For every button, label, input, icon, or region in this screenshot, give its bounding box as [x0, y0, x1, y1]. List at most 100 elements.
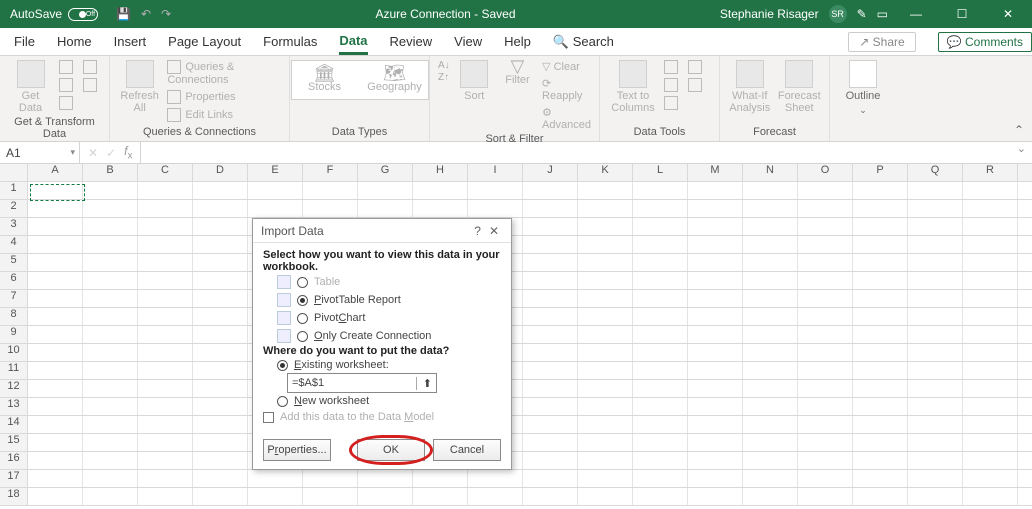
cell[interactable] — [963, 254, 1018, 271]
cell[interactable] — [523, 380, 578, 397]
cell[interactable] — [578, 254, 633, 271]
cell[interactable] — [523, 398, 578, 415]
advanced-button[interactable]: ⚙ Advanced — [542, 106, 591, 131]
cell[interactable] — [743, 362, 798, 379]
radio-pivottable-report[interactable] — [297, 295, 308, 306]
geography-button[interactable]: 🗺Geography — [370, 67, 420, 93]
cell[interactable] — [578, 200, 633, 217]
col-header[interactable]: K — [578, 164, 633, 181]
cell[interactable] — [28, 200, 83, 217]
cell[interactable] — [853, 200, 908, 217]
cell[interactable] — [798, 398, 853, 415]
cell[interactable] — [138, 398, 193, 415]
cell[interactable] — [193, 290, 248, 307]
cell[interactable] — [688, 344, 743, 361]
cell[interactable] — [798, 254, 853, 271]
cell[interactable] — [248, 182, 303, 199]
cell[interactable] — [523, 470, 578, 487]
from-web-icon[interactable] — [59, 78, 73, 92]
cell[interactable] — [523, 452, 578, 469]
cell[interactable] — [853, 344, 908, 361]
cell[interactable] — [798, 308, 853, 325]
worksheet-grid[interactable]: A B C D E F G H I J K L M N O P Q R 1234… — [0, 164, 1032, 506]
cell[interactable] — [853, 308, 908, 325]
row-header[interactable]: 5 — [0, 254, 28, 271]
cell[interactable] — [578, 362, 633, 379]
cell[interactable] — [963, 272, 1018, 289]
tab-view[interactable]: View — [454, 30, 482, 53]
cell[interactable] — [743, 398, 798, 415]
cell[interactable] — [688, 272, 743, 289]
cell[interactable] — [633, 380, 688, 397]
cell[interactable] — [413, 200, 468, 217]
cell[interactable] — [688, 398, 743, 415]
cell[interactable] — [578, 182, 633, 199]
col-header[interactable]: B — [83, 164, 138, 181]
cell[interactable] — [633, 416, 688, 433]
cell[interactable] — [633, 398, 688, 415]
dialog-close-icon[interactable]: ✕ — [485, 224, 503, 238]
cell[interactable] — [578, 308, 633, 325]
cell[interactable] — [798, 218, 853, 235]
cell[interactable] — [83, 272, 138, 289]
cell[interactable] — [633, 182, 688, 199]
cell[interactable] — [743, 344, 798, 361]
cell[interactable] — [908, 398, 963, 415]
cell[interactable] — [908, 488, 963, 505]
from-text-icon[interactable] — [59, 60, 73, 74]
cell[interactable] — [578, 236, 633, 253]
cell[interactable] — [743, 488, 798, 505]
cell[interactable] — [83, 380, 138, 397]
search-button[interactable]: 🔍 Search — [553, 30, 614, 54]
properties-button[interactable]: Properties — [167, 90, 281, 104]
cell[interactable] — [28, 416, 83, 433]
cell[interactable] — [578, 416, 633, 433]
share-button[interactable]: ↗ Share — [848, 32, 915, 52]
tab-help[interactable]: Help — [504, 30, 531, 53]
col-header[interactable]: D — [193, 164, 248, 181]
cell[interactable] — [688, 362, 743, 379]
cell[interactable] — [193, 362, 248, 379]
row-header[interactable]: 15 — [0, 434, 28, 451]
col-header[interactable]: C — [138, 164, 193, 181]
reapply-button[interactable]: ⟳ Reapply — [542, 77, 591, 102]
cell[interactable] — [523, 362, 578, 379]
close-window-button[interactable]: ✕ — [990, 0, 1026, 28]
relationships-icon[interactable] — [688, 78, 702, 92]
cell[interactable] — [28, 326, 83, 343]
label-pivotchart[interactable]: PivotChart — [314, 312, 365, 324]
row-header[interactable]: 14 — [0, 416, 28, 433]
cell[interactable] — [523, 344, 578, 361]
cell[interactable] — [138, 200, 193, 217]
cell[interactable] — [798, 344, 853, 361]
existing-conn-icon[interactable] — [83, 78, 97, 92]
cell[interactable] — [578, 380, 633, 397]
cell[interactable] — [248, 488, 303, 505]
col-header[interactable]: G — [358, 164, 413, 181]
cell[interactable] — [523, 290, 578, 307]
cell[interactable] — [743, 326, 798, 343]
radio-existing-worksheet[interactable] — [277, 360, 288, 371]
cell[interactable] — [83, 452, 138, 469]
cell[interactable] — [853, 272, 908, 289]
name-box[interactable]: A1 — [0, 142, 80, 163]
cell[interactable] — [743, 470, 798, 487]
cell[interactable] — [248, 470, 303, 487]
cell[interactable] — [743, 416, 798, 433]
cell[interactable] — [853, 182, 908, 199]
row-header[interactable]: 1 — [0, 182, 28, 199]
cell[interactable] — [963, 398, 1018, 415]
cell[interactable] — [358, 200, 413, 217]
cell[interactable] — [413, 182, 468, 199]
ribbon-options-icon[interactable]: ▭ — [877, 7, 888, 21]
cell[interactable] — [633, 254, 688, 271]
cell[interactable] — [853, 434, 908, 451]
cell[interactable] — [963, 200, 1018, 217]
cell[interactable] — [248, 200, 303, 217]
cell[interactable] — [138, 236, 193, 253]
cell[interactable] — [798, 488, 853, 505]
cell[interactable] — [193, 470, 248, 487]
cell[interactable] — [853, 452, 908, 469]
cell[interactable] — [688, 326, 743, 343]
label-new-worksheet[interactable]: New worksheet — [294, 395, 369, 407]
